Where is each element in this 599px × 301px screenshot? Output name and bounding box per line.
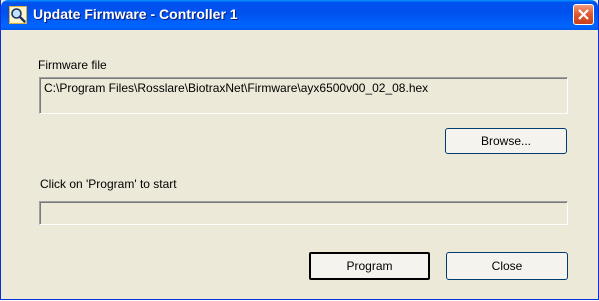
progress-bar — [39, 201, 568, 225]
window-title: Update Firmware - Controller 1 — [33, 6, 238, 22]
magnifier-icon — [9, 6, 27, 24]
close-button[interactable]: Close — [446, 252, 568, 280]
program-button[interactable]: Program — [309, 252, 430, 280]
firmware-path-field[interactable]: C:\Program Files\Rosslare\BiotraxNet\Fir… — [39, 77, 568, 114]
dialog-body: Firmware file C:\Program Files\Rosslare\… — [4, 30, 595, 296]
close-window-button[interactable] — [573, 4, 594, 25]
browse-button[interactable]: Browse... — [445, 128, 567, 154]
status-text: Click on 'Program' to start — [40, 177, 177, 191]
firmware-file-label: Firmware file — [38, 58, 107, 72]
close-icon — [578, 9, 589, 20]
update-firmware-dialog: Update Firmware - Controller 1 Firmware … — [0, 0, 599, 300]
title-bar[interactable]: Update Firmware - Controller 1 — [1, 0, 598, 30]
